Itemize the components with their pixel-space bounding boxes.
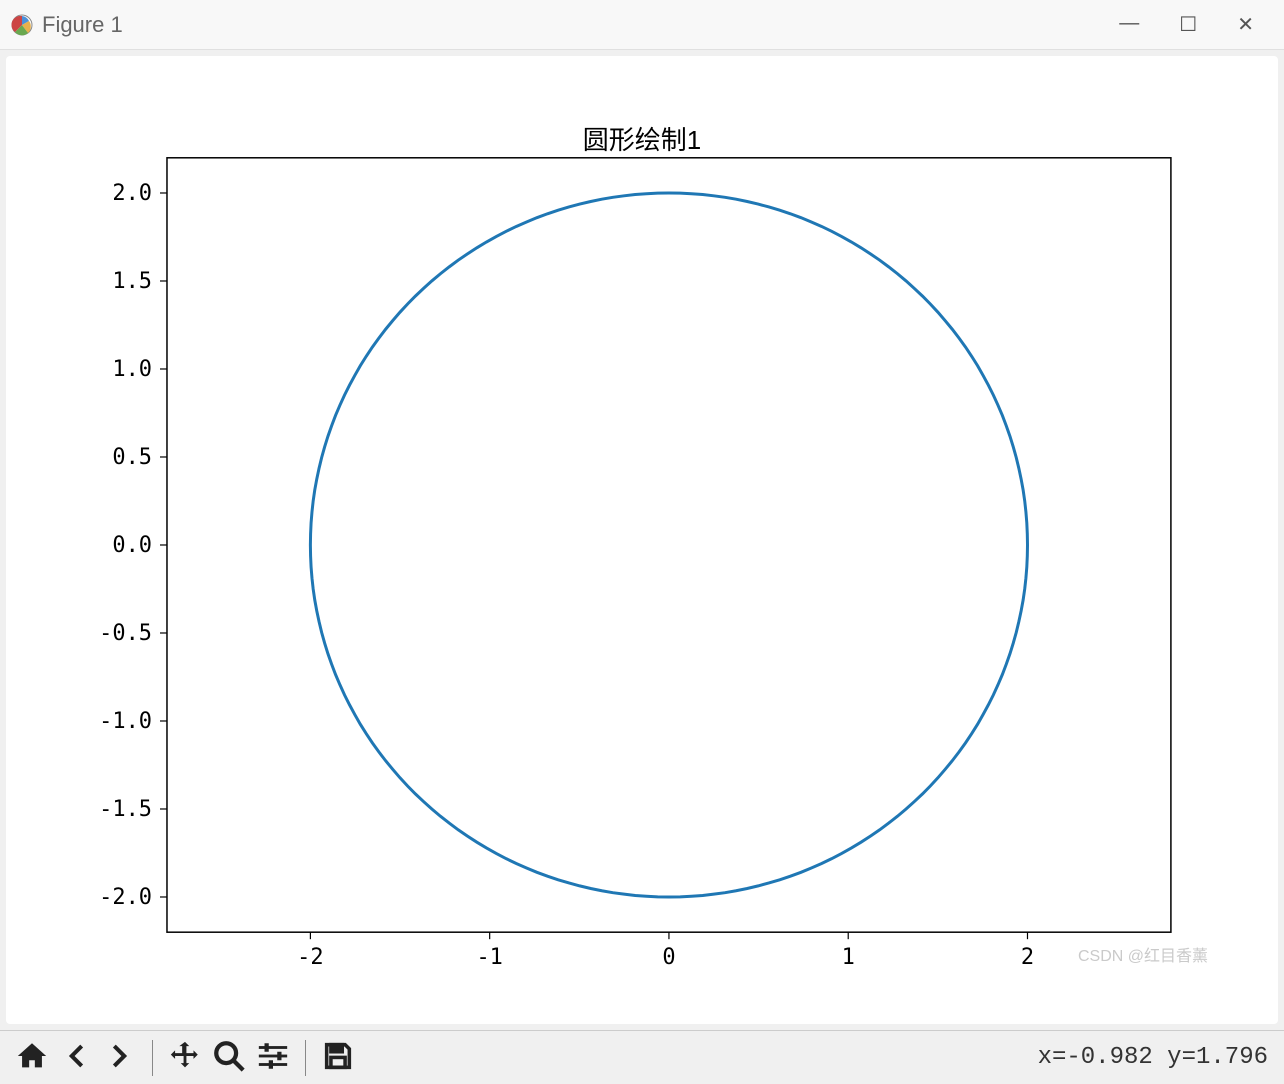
svg-text:-1.5: -1.5 bbox=[99, 797, 152, 822]
save-button[interactable] bbox=[316, 1036, 360, 1080]
forward-button[interactable] bbox=[98, 1036, 142, 1080]
sliders-icon bbox=[256, 1039, 290, 1076]
toolbar-separator bbox=[152, 1040, 153, 1076]
window-controls: — ☐ ✕ bbox=[1119, 12, 1254, 37]
minimize-button[interactable]: — bbox=[1119, 12, 1139, 37]
title-bar: Figure 1 — ☐ ✕ bbox=[0, 0, 1284, 50]
svg-text:0.0: 0.0 bbox=[112, 533, 152, 558]
plot-svg: -2 -1 0 1 2 2.0 1.5 1.0 0.5 0.0 -0.5 -1.0 -1.5 -2.0 bbox=[6, 56, 1278, 1024]
svg-text:1.5: 1.5 bbox=[112, 269, 152, 294]
toolbar: x=-0.982 y=1.796 bbox=[0, 1030, 1284, 1084]
matplotlib-app-icon bbox=[10, 13, 34, 37]
zoom-button[interactable] bbox=[207, 1036, 251, 1080]
maximize-button[interactable]: ☐ bbox=[1179, 12, 1197, 37]
arrow-right-icon bbox=[103, 1039, 137, 1076]
magnify-icon bbox=[212, 1039, 246, 1076]
svg-text:-1.0: -1.0 bbox=[99, 709, 152, 734]
svg-text:1: 1 bbox=[842, 945, 855, 970]
svg-text:0.5: 0.5 bbox=[112, 445, 152, 470]
save-icon bbox=[321, 1039, 355, 1076]
configure-button[interactable] bbox=[251, 1036, 295, 1080]
arrow-left-icon bbox=[59, 1039, 93, 1076]
svg-text:2.0: 2.0 bbox=[112, 181, 152, 206]
toolbar-separator bbox=[305, 1040, 306, 1076]
svg-text:2: 2 bbox=[1021, 945, 1034, 970]
pan-button[interactable] bbox=[163, 1036, 207, 1080]
back-button[interactable] bbox=[54, 1036, 98, 1080]
close-button[interactable]: ✕ bbox=[1237, 12, 1254, 37]
svg-text:1.0: 1.0 bbox=[112, 357, 152, 382]
home-icon bbox=[15, 1039, 49, 1076]
window-title: Figure 1 bbox=[42, 12, 1119, 38]
move-icon bbox=[168, 1039, 202, 1076]
cursor-coordinates: x=-0.982 y=1.796 bbox=[1038, 1044, 1274, 1071]
home-button[interactable] bbox=[10, 1036, 54, 1080]
svg-text:-1: -1 bbox=[476, 945, 502, 970]
svg-text:0: 0 bbox=[662, 945, 675, 970]
figure-canvas[interactable]: 圆形绘制1 -2-10122.01.51.00.50.0-0.5-1.0-1.5… bbox=[6, 56, 1278, 1024]
svg-text:-0.5: -0.5 bbox=[99, 621, 152, 646]
svg-text:-2: -2 bbox=[297, 945, 323, 970]
svg-text:-2.0: -2.0 bbox=[99, 885, 152, 910]
